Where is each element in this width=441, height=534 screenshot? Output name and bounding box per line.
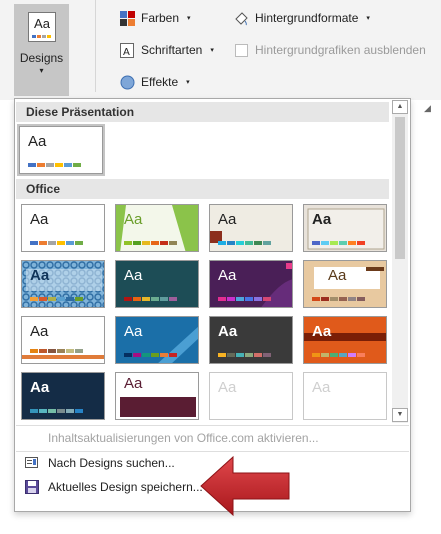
theme-tile-circuit[interactable]: Aa bbox=[21, 372, 105, 420]
hintergrundgrafiken-checkbox[interactable]: Hintergrundgrafiken ausblenden bbox=[234, 41, 426, 59]
chevron-down-icon: ▾ bbox=[210, 47, 214, 54]
theme-tile-slice[interactable]: Aa bbox=[115, 316, 199, 364]
menu-item-office-update-label: Inhaltsaktualisierungen von Office.com a… bbox=[48, 431, 319, 445]
theme-aa: Aa bbox=[218, 267, 237, 284]
scroll-down-button[interactable]: ▼ bbox=[392, 408, 408, 422]
farben-label: Farben bbox=[141, 11, 180, 25]
ribbon: Aa Designs ▾ Farben ▾ A Schriftarten ▾ Eff… bbox=[0, 0, 441, 113]
browse-icon bbox=[24, 455, 40, 471]
hintergrundformate-label: Hintergrundformate bbox=[255, 11, 359, 25]
theme-aa: Aa bbox=[328, 267, 347, 284]
theme-tile-blank-2[interactable]: Aa bbox=[303, 372, 387, 420]
theme-tile-integral[interactable]: Aa bbox=[209, 204, 293, 252]
theme-aa: Aa bbox=[30, 267, 50, 284]
save-icon bbox=[24, 479, 40, 495]
paint-bucket-icon bbox=[234, 11, 249, 26]
theme-aa: Aa bbox=[312, 211, 332, 228]
chevron-down-icon: ▾ bbox=[366, 15, 370, 22]
schriftarten-button[interactable]: A Schriftarten ▾ bbox=[120, 41, 214, 59]
theme-aa: Aa bbox=[30, 323, 49, 340]
theme-tile-retrospect[interactable]: Aa bbox=[21, 316, 105, 364]
designs-thumb-text: Aa bbox=[34, 16, 50, 31]
theme-aa: Aa bbox=[218, 211, 237, 228]
theme-tile-current[interactable]: Aa bbox=[17, 124, 105, 176]
chevron-down-icon: ▾ bbox=[187, 15, 191, 22]
theme-tile-wood-type[interactable]: Aa bbox=[303, 260, 387, 308]
scroll-thumb[interactable] bbox=[395, 117, 405, 259]
theme-aa: Aa bbox=[218, 323, 238, 340]
theme-tile-badge[interactable]: Aa bbox=[209, 316, 293, 364]
red-arrow-annotation bbox=[200, 455, 290, 517]
dialog-launcher-icon[interactable]: ◢ bbox=[424, 103, 431, 114]
theme-tile-pattern[interactable]: Aa bbox=[21, 260, 105, 308]
effekte-label: Effekte bbox=[141, 75, 179, 89]
chevron-down-icon: ▾ bbox=[186, 79, 190, 86]
color-palette-icon bbox=[120, 10, 135, 26]
theme-tile-blank-1[interactable]: Aa bbox=[209, 372, 293, 420]
theme-aa: Aa bbox=[124, 211, 143, 228]
menu-item-office-update[interactable]: Inhaltsaktualisierungen von Office.com a… bbox=[16, 426, 409, 450]
svg-text:A: A bbox=[123, 47, 130, 58]
theme-aa: Aa bbox=[30, 211, 49, 228]
chevron-down-icon: ▾ bbox=[39, 66, 44, 75]
theme-aa: Aa bbox=[312, 379, 331, 396]
theme-tile-berlin[interactable]: Aa bbox=[303, 316, 387, 364]
theme-aa: Aa bbox=[124, 267, 143, 284]
theme-aa: Aa bbox=[218, 379, 237, 396]
theme-tile-ion-boardroom[interactable]: Aa bbox=[303, 204, 387, 252]
section-header-current: Diese Präsentation bbox=[16, 102, 389, 122]
theme-tile-wisp[interactable]: Aa bbox=[209, 260, 293, 308]
theme-aa: Aa bbox=[124, 375, 143, 392]
farben-button[interactable]: Farben ▾ bbox=[120, 9, 191, 27]
font-icon: A bbox=[120, 42, 135, 58]
theme-aa: Aa bbox=[30, 379, 50, 396]
designs-label: Designs bbox=[19, 51, 64, 65]
effekte-button[interactable]: Effekte ▾ bbox=[120, 73, 190, 91]
hintergrundformate-button[interactable]: Hintergrundformate ▾ bbox=[234, 9, 370, 27]
menu-item-save-label: Aktuelles Design speichern... bbox=[48, 480, 203, 494]
designs-theme-icon: Aa bbox=[28, 12, 56, 42]
theme-tile-facet[interactable]: Aa bbox=[115, 204, 199, 252]
ribbon-separator bbox=[95, 0, 96, 92]
section-header-office: Office bbox=[16, 179, 389, 199]
schriftarten-label: Schriftarten bbox=[141, 43, 203, 57]
scroll-up-button[interactable]: ▲ bbox=[392, 100, 408, 114]
theme-aa: Aa bbox=[124, 323, 143, 340]
checkbox-icon bbox=[234, 43, 249, 58]
theme-aa: Aa bbox=[28, 133, 47, 150]
theme-aa: Aa bbox=[312, 323, 332, 340]
designs-gallery-dropdown: Diese Präsentation Aa Office Aa Aa Aa Aa… bbox=[14, 98, 411, 512]
hintergrundgrafiken-label: Hintergrundgrafiken ausblenden bbox=[255, 43, 426, 57]
effects-icon bbox=[120, 75, 135, 90]
theme-tile-office[interactable]: Aa bbox=[21, 204, 105, 252]
theme-tile-vapor-trail[interactable]: Aa bbox=[115, 372, 199, 420]
theme-tile-ion[interactable]: Aa bbox=[115, 260, 199, 308]
menu-item-search-label: Nach Designs suchen... bbox=[48, 456, 175, 470]
designs-button[interactable]: Aa Designs ▾ bbox=[14, 4, 69, 96]
